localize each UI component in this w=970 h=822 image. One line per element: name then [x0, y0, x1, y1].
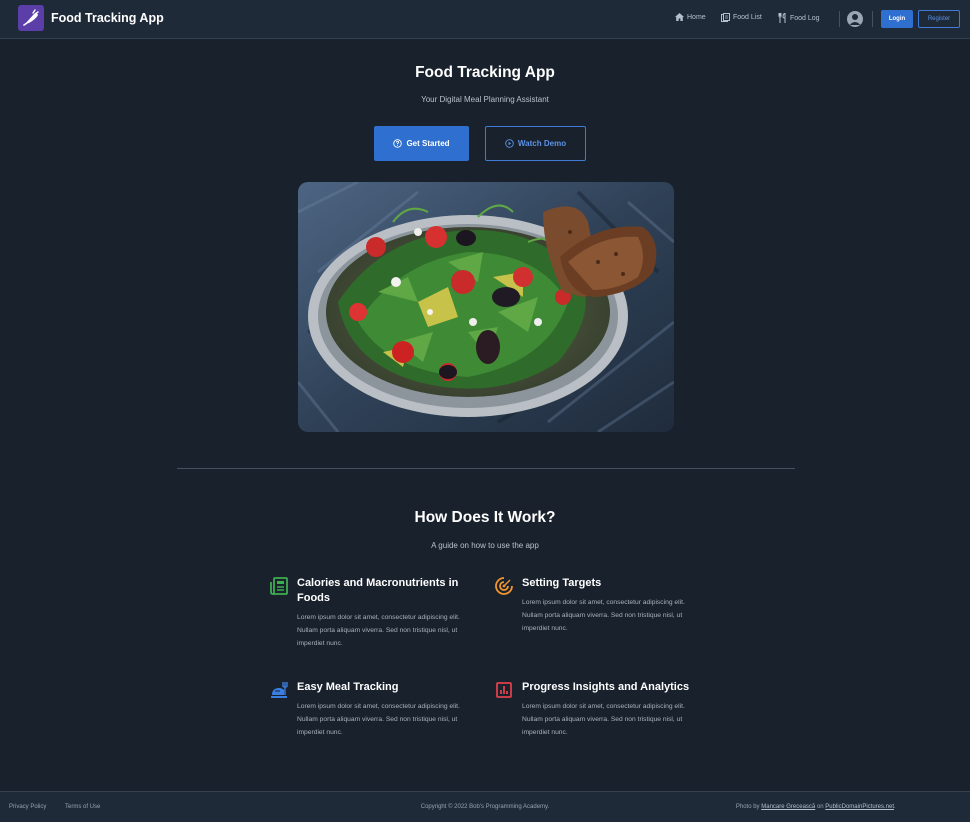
watch-demo-button[interactable]: Watch Demo [485, 126, 586, 161]
get-started-label: Get Started [406, 139, 450, 148]
nav-link-food-log[interactable]: Food Log [778, 13, 820, 23]
photo-credit-prefix: Photo by [735, 804, 760, 810]
newspaper-icon [270, 577, 288, 595]
nav-divider [872, 11, 873, 27]
salad-photo [298, 182, 674, 432]
utensils-icon [778, 13, 786, 23]
features-title: How Does It Work? [414, 509, 556, 526]
feature-meal-tracking: Easy Meal Tracking Lorem ipsum dolor sit… [271, 680, 477, 739]
feature-description: Lorem ipsum dolor sit amet, consectetur … [297, 703, 460, 736]
list-icon [721, 13, 730, 22]
get-started-button[interactable]: Get Started [374, 126, 469, 161]
photo-author-link[interactable]: Mancare Grecească [761, 804, 815, 810]
photo-site-link[interactable]: PublicDomainPictures.net [825, 804, 894, 810]
feature-title: Easy Meal Tracking [297, 681, 399, 693]
nav-link-food-log-label: Food Log [790, 14, 820, 22]
question-circle-icon [393, 139, 403, 148]
home-icon [675, 13, 684, 21]
food-plate-icon [271, 682, 288, 698]
photo-credit-suffix: . [894, 804, 896, 810]
footer: Privacy Policy Terms of Use Copyright © … [0, 791, 970, 822]
feature-title: Setting Targets [522, 577, 602, 589]
watch-demo-label: Watch Demo [517, 139, 567, 148]
play-circle-icon [505, 139, 514, 148]
nav-link-food-list-label: Food List [733, 14, 762, 21]
section-divider [177, 468, 795, 469]
hero-subtitle: Your Digital Meal Planning Assistant [421, 95, 549, 104]
user-avatar-icon[interactable] [847, 11, 863, 27]
feature-calories: Calories and Macronutrients in Foods Lor… [270, 576, 477, 650]
feature-targets: Setting Targets Lorem ipsum dolor sit am… [495, 576, 702, 635]
feature-title: Progress Insights and Analytics [522, 681, 690, 693]
target-icon [495, 577, 513, 595]
brand-title[interactable]: Food Tracking App [51, 11, 164, 25]
feature-description: Lorem ipsum dolor sit amet, consectetur … [522, 703, 685, 736]
nav-link-home[interactable]: Home [675, 13, 706, 21]
register-button[interactable]: Register [918, 10, 960, 28]
nav-link-food-list[interactable]: Food List [721, 13, 762, 22]
photo-credit: Photo by Mancare Grecească on PublicDoma… [735, 804, 896, 810]
feature-analytics: Progress Insights and Analytics Lorem ip… [496, 680, 702, 739]
feature-description: Lorem ipsum dolor sit amet, consectetur … [522, 599, 685, 632]
feature-description: Lorem ipsum dolor sit amet, consectetur … [297, 614, 460, 647]
analytics-icon [496, 682, 512, 698]
login-button[interactable]: Login [881, 10, 913, 28]
nav-link-home-label: Home [687, 13, 706, 21]
brand-logo-icon[interactable] [18, 5, 44, 31]
navbar: Food Tracking App Home Food List Food Lo… [0, 0, 970, 39]
feature-title: Calories and Macronutrients in Foods [297, 577, 459, 604]
features-subtitle: A guide on how to use the app [431, 541, 539, 550]
photo-credit-on: on [816, 804, 824, 810]
nav-divider [839, 11, 840, 27]
hero-title: Food Tracking App [415, 64, 555, 81]
